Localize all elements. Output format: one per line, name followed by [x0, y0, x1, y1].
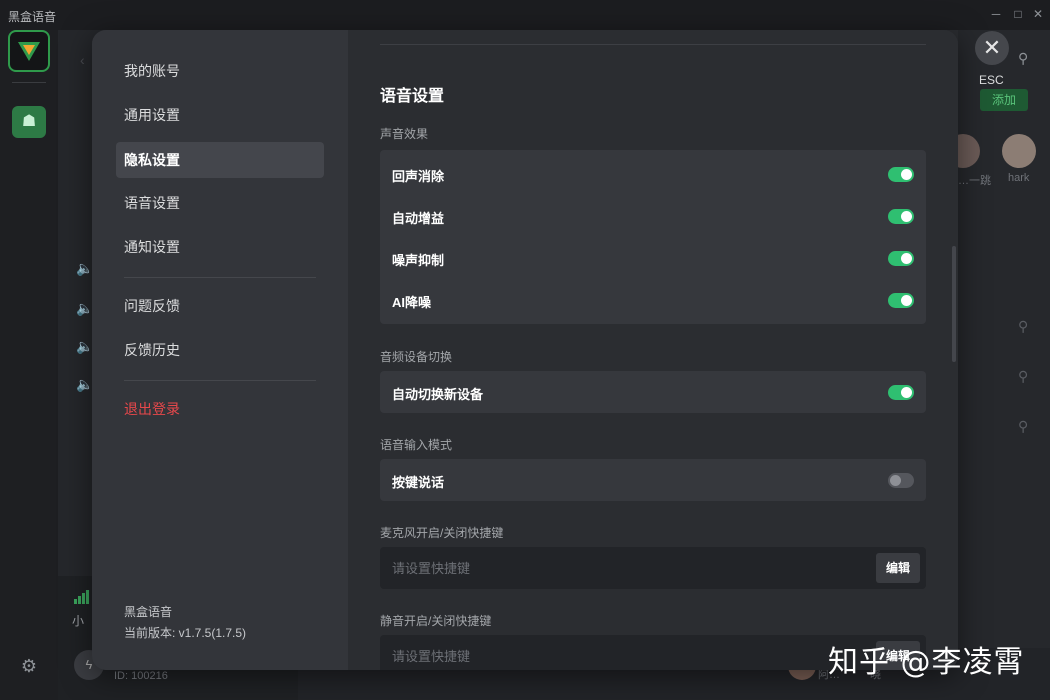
esc-label: ESC	[979, 73, 1004, 87]
echo-cancel-toggle[interactable]	[888, 167, 914, 182]
toggle-knob	[890, 475, 901, 486]
toggle-knob	[901, 211, 912, 222]
setting-row-auto-gain: 自动增益	[380, 195, 926, 237]
settings-sidebar: 我的账号 通用设置 隐私设置 语音设置 通知设置 问题反馈 反馈历史 退出登录 …	[92, 30, 348, 670]
search-icon[interactable]: ⚲	[1018, 50, 1028, 67]
mic-hotkey-input[interactable]	[380, 547, 860, 589]
user-id: ID: 100216	[114, 670, 168, 682]
setting-label: 按键说话	[392, 475, 445, 490]
signal-icon	[74, 590, 90, 604]
window-close-icon[interactable]: ✕	[1030, 6, 1046, 22]
speaker-icon: 🔈	[76, 260, 94, 276]
device-switch-card: 自动切换新设备	[380, 371, 926, 413]
mic-hotkey-edit-button[interactable]: 编辑	[876, 553, 920, 583]
add-button[interactable]: 添加	[980, 89, 1028, 111]
user-icon[interactable]: ⚲	[1018, 318, 1028, 335]
back-icon[interactable]: ‹	[80, 52, 85, 68]
input-mode-card: 按键说话	[380, 459, 926, 501]
app-title: 黑盒语音	[8, 10, 57, 24]
close-icon[interactable]: ✕	[975, 31, 1009, 65]
mic-hotkey-field: 编辑	[380, 547, 926, 589]
settings-content: 语音设置 声音效果 回声消除 自动增益 噪声抑制 AI降噪 音频设备切换 自动切…	[348, 30, 958, 670]
maximize-icon[interactable]: □	[1010, 6, 1026, 22]
nav-item-account[interactable]: 我的账号	[116, 53, 324, 89]
user-name: 小	[72, 614, 85, 628]
logo-icon	[18, 42, 40, 61]
avatar[interactable]	[1002, 134, 1036, 168]
setting-label: AI降噪	[392, 295, 432, 310]
group-label-input-mode: 语音输入模式	[380, 438, 453, 452]
nav-item-general[interactable]: 通用设置	[116, 97, 324, 133]
auto-switch-device-toggle[interactable]	[888, 385, 914, 400]
toggle-knob	[901, 387, 912, 398]
rail-divider	[12, 82, 46, 83]
setting-row-noise-suppression: 噪声抑制	[380, 237, 926, 279]
minimize-icon[interactable]: ─	[988, 6, 1004, 22]
ai-denoise-toggle[interactable]	[888, 293, 914, 308]
setting-label: 噪声抑制	[392, 253, 445, 268]
user-icon[interactable]: ⚲	[1018, 368, 1028, 385]
nav-item-feedback[interactable]: 问题反馈	[116, 288, 324, 324]
group-label-sound-effects: 声音效果	[380, 127, 429, 141]
toggle-knob	[901, 253, 912, 264]
watermark: 知乎 @李凌霄	[828, 645, 1025, 680]
setting-row-push-to-talk: 按键说话	[380, 459, 926, 501]
footer-app-name: 黑盒语音	[124, 605, 173, 619]
member-name: hark	[1008, 172, 1030, 184]
setting-row-ai-denoise: AI降噪	[380, 279, 926, 321]
content-scrollbar[interactable]	[952, 246, 956, 362]
speaker-icon: 🔈	[76, 376, 94, 392]
window-titlebar: 黑盒语音 ─ □ ✕	[0, 0, 1050, 30]
toggle-knob	[901, 295, 912, 306]
app-logo[interactable]	[8, 30, 50, 72]
setting-label: 回声消除	[392, 169, 445, 184]
nav-divider	[124, 380, 316, 381]
settings-modal: 我的账号 通用设置 隐私设置 语音设置 通知设置 问题反馈 反馈历史 退出登录 …	[92, 30, 958, 670]
footer-version: 当前版本: v1.7.5(1.7.5)	[124, 626, 247, 640]
setting-row-auto-switch-device: 自动切换新设备	[380, 371, 926, 413]
mute-hotkey-input[interactable]	[380, 635, 860, 670]
gear-icon[interactable]: ⚙	[19, 656, 39, 676]
noise-suppression-toggle[interactable]	[888, 251, 914, 266]
push-to-talk-toggle[interactable]	[888, 473, 914, 488]
nav-item-voice[interactable]: 语音设置	[116, 185, 324, 221]
sound-effects-card: 回声消除 自动增益 噪声抑制 AI降噪	[380, 150, 926, 324]
page-title: 语音设置	[380, 88, 445, 105]
setting-label: 自动切换新设备	[392, 387, 484, 402]
speaker-icon: 🔈	[76, 338, 94, 354]
setting-row-echo-cancel: 回声消除	[380, 153, 926, 195]
nav-item-notification[interactable]: 通知设置	[116, 229, 324, 265]
user-icon[interactable]: ⚲	[1018, 418, 1028, 435]
nav-item-feedback-history[interactable]: 反馈历史	[116, 332, 324, 368]
member-panel	[958, 30, 1050, 700]
nav-item-privacy[interactable]: 隐私设置	[116, 142, 324, 178]
setting-label: 自动增益	[392, 211, 445, 226]
group-icon[interactable]: ☗	[12, 106, 46, 138]
speaker-icon: 🔈	[76, 300, 94, 316]
logout-button[interactable]: 退出登录	[116, 391, 324, 427]
nav-divider	[124, 277, 316, 278]
toggle-knob	[901, 169, 912, 180]
member-name: …一跳	[958, 175, 991, 187]
auto-gain-toggle[interactable]	[888, 209, 914, 224]
group-label-mic-hotkey: 麦克风开启/关闭快捷键	[380, 526, 504, 540]
content-divider	[380, 44, 926, 45]
group-label-device-switch: 音频设备切换	[380, 350, 453, 364]
server-rail: ☗ ⚙	[0, 30, 58, 700]
group-label-mute-hotkey: 静音开启/关闭快捷键	[380, 614, 492, 628]
